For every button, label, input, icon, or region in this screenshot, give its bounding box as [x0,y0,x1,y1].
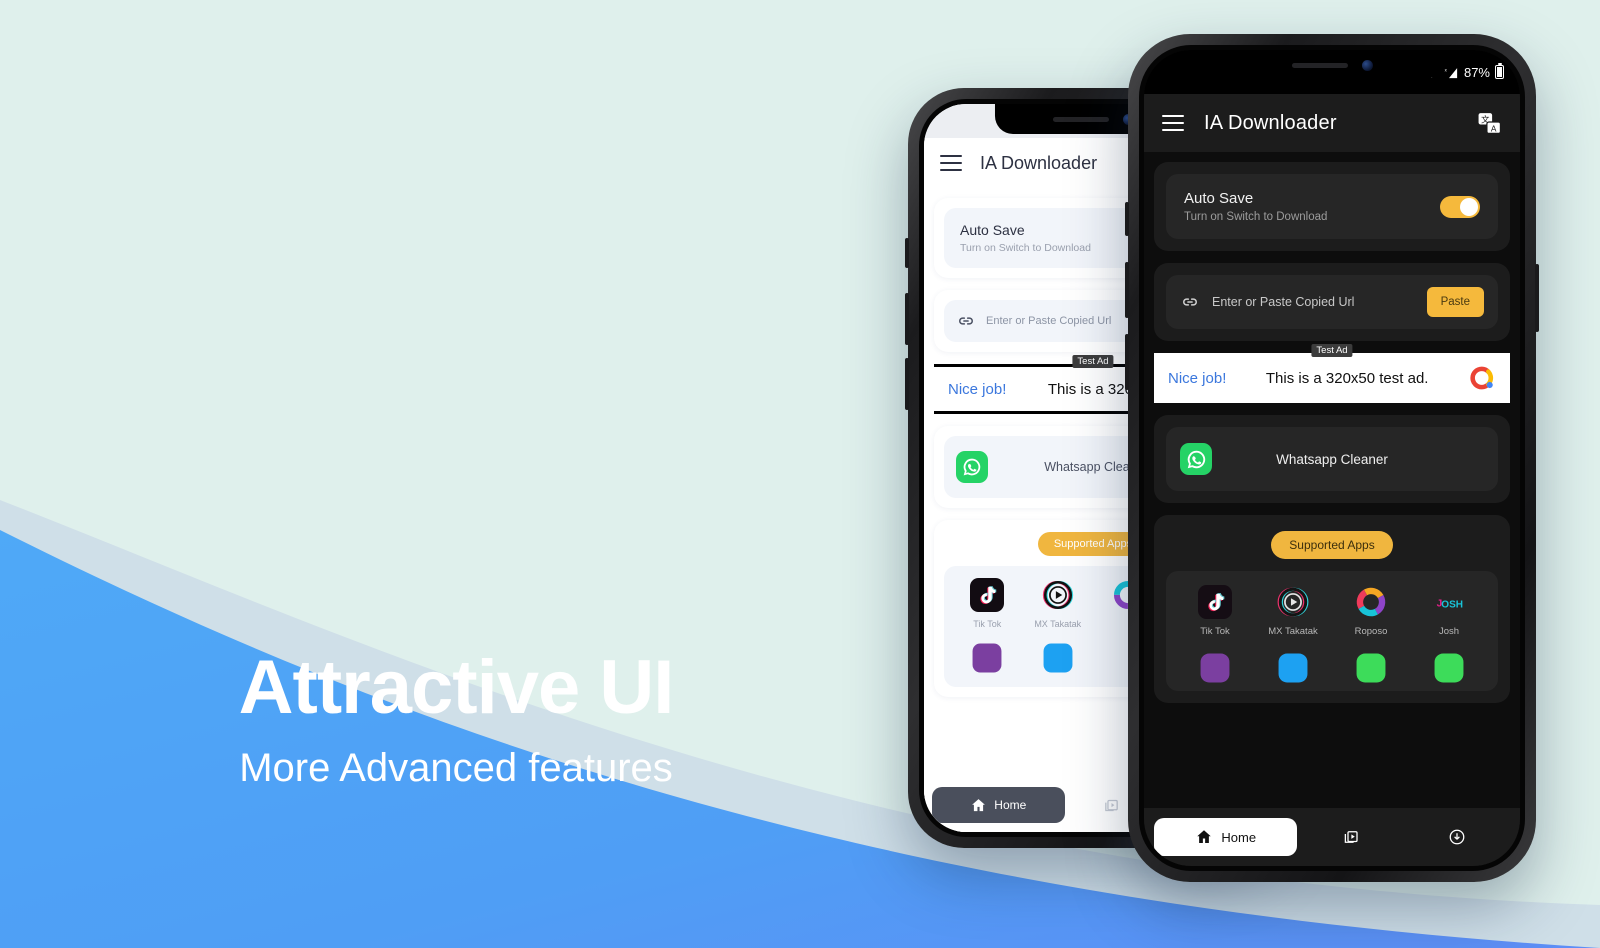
video-library-icon [1344,831,1358,843]
auto-save-subtitle: Turn on Switch to Download [1184,211,1328,223]
svg-text:x: x [1445,67,1448,72]
mute-button[interactable] [1125,202,1129,236]
auto-save-card: Auto Save Turn on Switch to Download [1154,162,1510,251]
josh-icon: J OSH [1437,599,1463,611]
link-icon [1183,298,1197,306]
ad-body-text: This is a 320x50 test ad. [1265,369,1429,387]
home-icon [972,798,986,811]
app-mxtakatak[interactable]: MX Takatak [1254,585,1332,637]
mxtakatak-icon [1277,587,1309,617]
auto-save-row: Auto Save Turn on Switch to Download [1166,174,1498,239]
app-label: MX Takatak [1268,626,1318,637]
volume-down-button[interactable] [1125,334,1129,390]
signal-icon: x [1445,67,1458,78]
light-app-instagram[interactable] [952,641,1023,675]
instagram-icon [1200,653,1230,683]
tiktok-icon [970,578,1005,612]
light-nav-home[interactable]: Home [932,787,1065,823]
app-roposo[interactable]: Roposo [1332,585,1410,637]
headline: Attractive UI [238,645,675,730]
home-icon [1197,830,1212,843]
facebook-icon [1278,653,1308,683]
link-icon [959,317,973,325]
light-app-label: Tik Tok [973,619,1002,629]
auto-save-title: Auto Save [1184,190,1254,207]
front-camera-icon [1361,59,1373,71]
bottom-nav: Home [1144,808,1520,866]
nav-downloads[interactable] [1404,818,1510,856]
whatsapp-cleaner-row: Whatsapp Cleaner [1166,427,1498,491]
auto-save-toggle[interactable] [1440,195,1480,218]
paste-button[interactable]: Paste [1426,287,1484,317]
supported-apps-grid: Tik Tok MX Takatak Roposo J OSH Josh [1166,571,1498,691]
main-content: Auto Save Turn on Switch to Download Ent… [1144,152,1520,866]
volume-down-button[interactable] [905,358,909,410]
light-ad-label: Test Ad [1072,355,1114,368]
app-whatsapp-status[interactable] [1332,651,1410,685]
svg-text:OSH: OSH [1441,599,1463,610]
ad-lead-text: Nice job! [1168,369,1227,387]
app-label: Josh [1438,626,1460,637]
battery-icon [1495,63,1504,79]
light-ad-lead: Nice job! [948,380,1007,398]
ad-label: Test Ad [1311,344,1353,357]
whatsapp-cleaner-label: Whatsapp Cleaner [1276,451,1388,467]
volume-up-button[interactable] [905,293,909,345]
mute-button[interactable] [905,238,909,268]
nav-library[interactable] [1297,818,1403,856]
light-app-tiktok[interactable]: Tik Tok [952,578,1023,629]
facebook-icon [1043,643,1073,673]
whatsapp-status-icon [1356,653,1386,683]
url-input[interactable]: Enter or Paste Copied Url [1212,295,1415,309]
phone-notch [1222,50,1442,80]
app-josh[interactable]: J OSH Josh [1410,585,1488,637]
hamburger-menu-icon[interactable] [940,155,962,171]
phone-dark-mockup: x 87% IA Downloader 文 A Auto Save Turn o… [1125,34,1539,882]
nav-home[interactable]: Home [1154,818,1298,856]
earpiece-speaker [1052,116,1109,122]
app-title: IA Downloader [1204,111,1337,134]
hamburger-menu-icon[interactable] [1162,115,1184,131]
app-instagram[interactable] [1176,651,1254,685]
whatsapp-business-icon [1434,653,1464,683]
download-circle-icon [1449,829,1465,845]
subline: More Advanced features [239,746,673,790]
instagram-icon [972,643,1002,673]
ad-banner[interactable]: Test Ad Nice job! This is a 320x50 test … [1154,344,1510,403]
app-whatsapp-business[interactable] [1410,651,1488,685]
mxtakatak-icon [1042,580,1073,610]
app-label: Roposo [1354,626,1388,637]
power-button[interactable] [1535,264,1539,332]
supported-apps-badge: Supported Apps [1271,531,1393,559]
translate-icon[interactable]: 文 A [1477,111,1502,136]
video-library-icon [1105,799,1119,811]
admob-icon [1470,366,1494,390]
earpiece-speaker [1291,62,1348,68]
marketing-copy: Attractive UI More Advanced features [0,645,912,790]
volume-up-button[interactable] [1125,262,1129,318]
light-app-mxtakatak[interactable]: MX Takatak [1023,578,1094,629]
battery-percent: 87% [1463,64,1490,80]
light-app-label: MX Takatak [1034,619,1082,629]
nav-home-label: Home [1221,829,1257,845]
supported-apps-card: Supported Apps Tik Tok MX Takatak Roposo… [1154,515,1510,703]
url-row: Enter or Paste Copied Url Paste [1166,275,1498,329]
app-bar: IA Downloader 文 A [1144,94,1520,152]
url-card: Enter or Paste Copied Url Paste [1154,263,1510,341]
light-url-placeholder[interactable]: Enter or Paste Copied Url [986,315,1111,327]
toggle-knob [1460,197,1478,216]
light-app-title: IA Downloader [980,152,1098,173]
light-nav-home-label: Home [994,798,1027,812]
app-tiktok[interactable]: Tik Tok [1176,585,1254,637]
svg-text:A: A [1491,123,1497,133]
light-app-facebook[interactable] [1023,641,1094,675]
app-facebook[interactable] [1254,651,1332,685]
roposo-icon [1356,587,1386,617]
app-label: Tik Tok [1200,626,1230,637]
whatsapp-cleaner-card[interactable]: Whatsapp Cleaner [1154,415,1510,503]
tiktok-icon [1198,585,1232,619]
